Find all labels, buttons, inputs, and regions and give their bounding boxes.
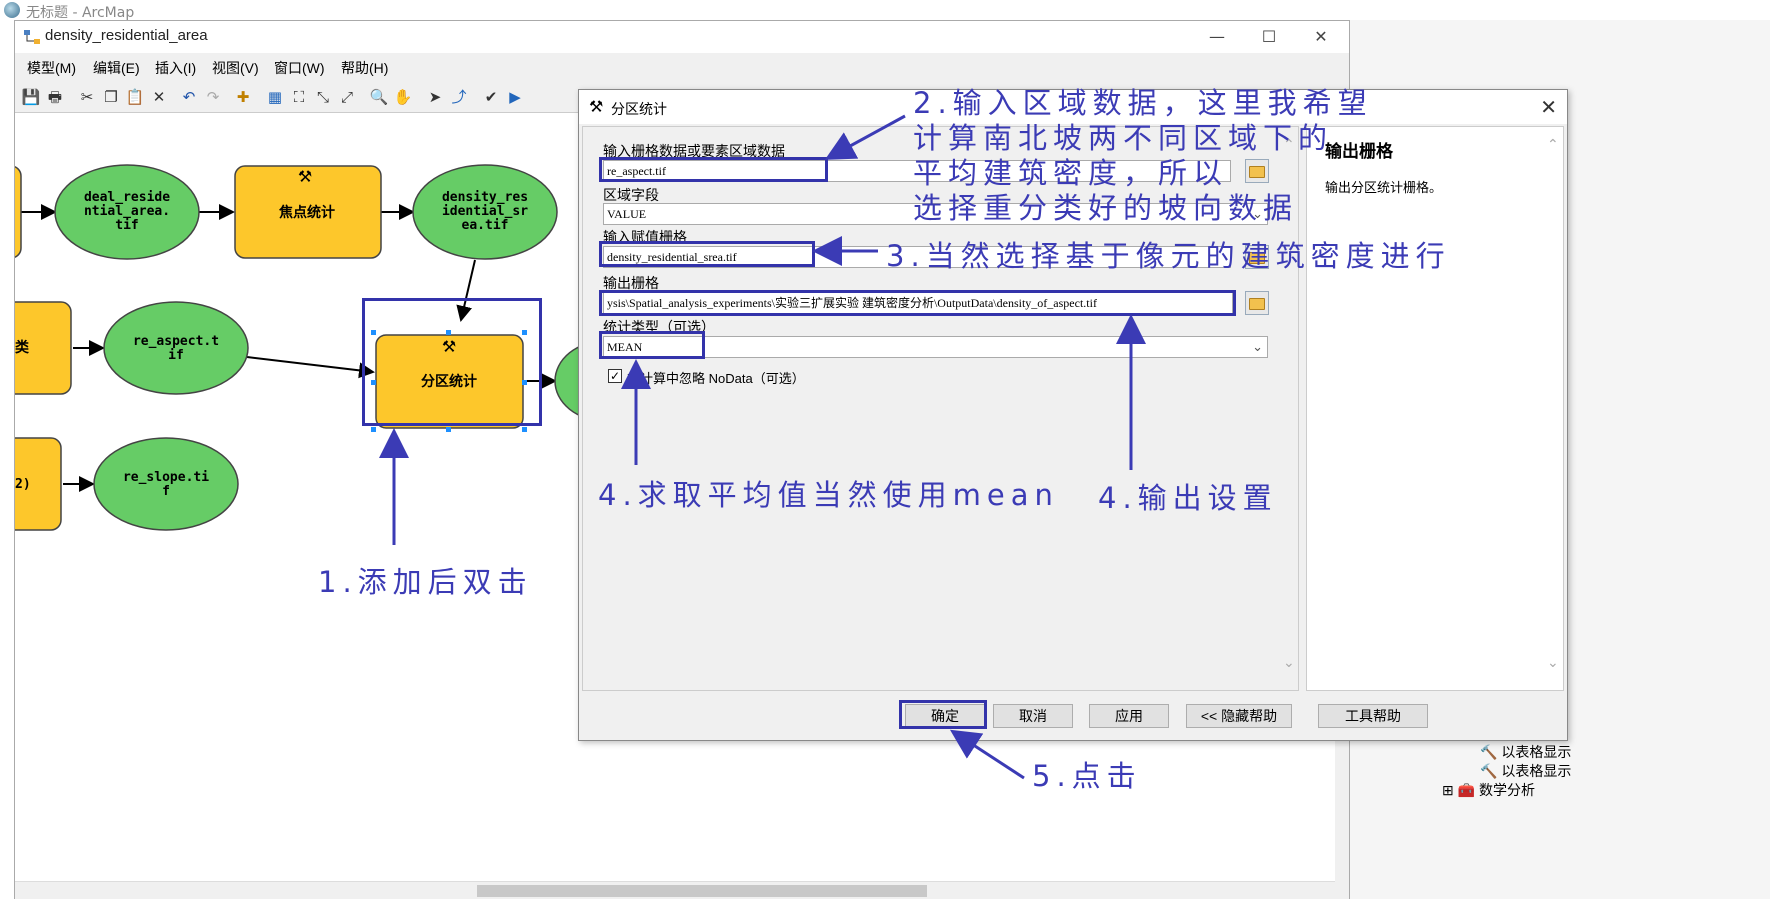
annotation-4-output: 4.输出设置 (1098, 481, 1278, 515)
annotation-5: 5.点击 (1032, 759, 1142, 793)
arrow-5 (949, 729, 1025, 780)
arrow-2 (824, 114, 906, 160)
annotation-4-mean: 4.求取平均值当然使用mean (598, 478, 1059, 512)
annotation-1: 1.添加后双击 (318, 565, 533, 599)
annotation-3: 3.当然选择基于像元的建筑密度进行 (886, 239, 1451, 273)
annotation-2-line4: 选择重分类好的坡向数据 (913, 191, 1299, 225)
annotation-arrows (379, 114, 1146, 780)
